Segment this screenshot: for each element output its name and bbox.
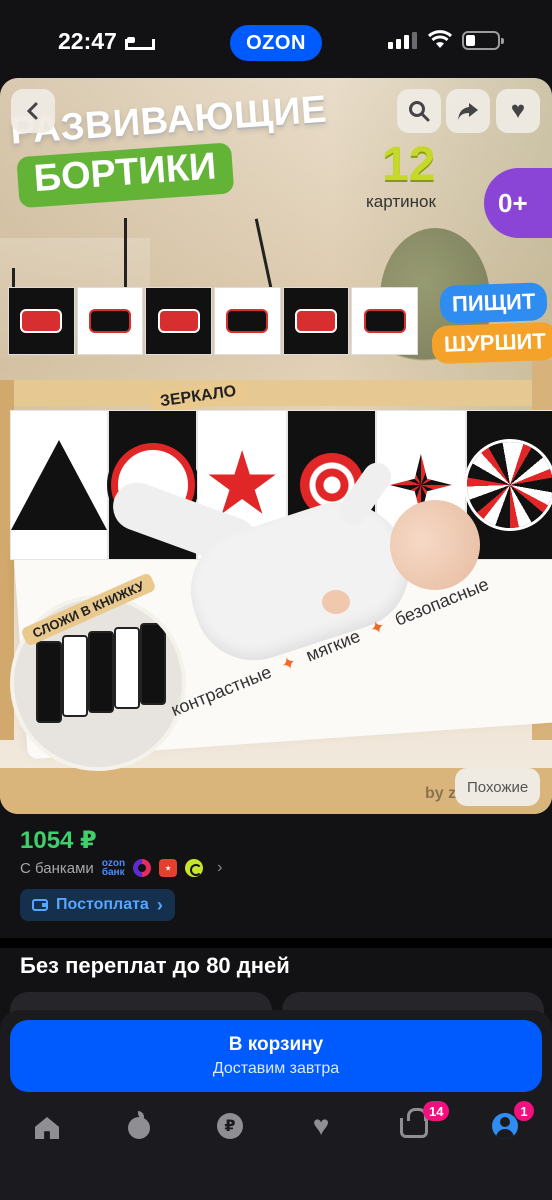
similar-button[interactable]: Похожие bbox=[455, 768, 541, 806]
share-button[interactable] bbox=[446, 89, 490, 133]
similar-button-label: Похожие bbox=[467, 778, 529, 796]
cart-count-badge: 14 bbox=[423, 1101, 450, 1121]
price: 1054 ₽ bbox=[20, 827, 97, 854]
product-image[interactable]: ЗЕРКАЛО РАЗВИВАЮЩИЕ БОРТИКИ 12 картинок … bbox=[0, 78, 552, 814]
cellular-signal-icon bbox=[388, 32, 417, 49]
nav-fresh[interactable] bbox=[121, 1111, 157, 1144]
bank-offers-row[interactable]: С банками ozon банк ⋆ › bbox=[20, 857, 222, 879]
nav-finance[interactable]: ₽ bbox=[212, 1110, 248, 1142]
top-picture-strip bbox=[8, 287, 419, 355]
boat-card bbox=[351, 287, 419, 355]
delivery-sublabel: Доставим завтра bbox=[212, 1060, 340, 1077]
bank-logo-icon bbox=[185, 859, 204, 877]
age-badge: 0+ bbox=[484, 168, 552, 238]
profile-badge: 1 bbox=[514, 1101, 534, 1121]
crib-rail bbox=[0, 380, 552, 406]
picture-count-label: картинок bbox=[366, 192, 436, 211]
age-badge-text: 0+ bbox=[498, 187, 528, 218]
add-to-cart-label: В корзину bbox=[228, 1034, 324, 1055]
nav-home[interactable] bbox=[29, 1112, 65, 1144]
with-banks-label: С банками bbox=[20, 859, 94, 877]
picture-count: 12 bbox=[382, 138, 436, 191]
bus-card bbox=[8, 287, 75, 355]
rustle-pill: ШУРШИТ bbox=[431, 321, 552, 365]
chevron-right-icon: › bbox=[217, 859, 223, 876]
fire-truck-card bbox=[145, 287, 213, 355]
installments-title: Без переплат до 80 дней bbox=[20, 953, 290, 978]
heart-icon: ♥ bbox=[312, 1110, 330, 1141]
brand-watermark: by z bbox=[425, 785, 457, 802]
nav-favorites[interactable]: ♥ bbox=[303, 1110, 339, 1142]
basket-icon bbox=[400, 1108, 428, 1138]
chevron-left-icon bbox=[26, 102, 38, 120]
heart-icon: ♥ bbox=[510, 97, 526, 124]
search-button[interactable] bbox=[397, 89, 441, 133]
baby-head bbox=[390, 500, 480, 590]
ozon-bank-logo: ozon банк bbox=[101, 858, 126, 878]
plane-card bbox=[282, 287, 350, 355]
bank-logo-icon bbox=[133, 859, 152, 877]
sleep-mode-icon bbox=[124, 35, 155, 50]
chevron-right-icon: › bbox=[156, 894, 163, 915]
search-icon bbox=[409, 101, 430, 122]
share-arrow-icon bbox=[458, 103, 478, 120]
triangle-card bbox=[10, 410, 108, 560]
profile-icon bbox=[492, 1113, 518, 1139]
apple-icon bbox=[128, 1111, 150, 1139]
favorite-button[interactable]: ♥ bbox=[496, 89, 540, 133]
submarine-card bbox=[214, 287, 281, 355]
add-to-cart-button[interactable]: В корзину Доставим завтра bbox=[10, 1020, 542, 1092]
back-button[interactable] bbox=[11, 89, 55, 133]
wallet-icon bbox=[32, 899, 48, 911]
wifi-icon bbox=[427, 30, 453, 48]
home-icon bbox=[35, 1117, 59, 1139]
ruble-icon: ₽ bbox=[217, 1113, 243, 1139]
time-text: 22:47 bbox=[58, 28, 117, 54]
status-bar: 22:47 OZON bbox=[0, 0, 552, 80]
status-time: 22:47 bbox=[58, 28, 155, 55]
bottom-nav bbox=[0, 1104, 552, 1200]
battery-icon bbox=[462, 31, 504, 50]
rocket-card bbox=[76, 287, 144, 355]
ozon-logo-text: OZON bbox=[246, 31, 306, 54]
baby-hand bbox=[322, 590, 350, 614]
postpay-label: Постоплата bbox=[56, 896, 149, 913]
ozon-logo: OZON bbox=[230, 25, 322, 61]
postpay-button[interactable]: Постоплата › bbox=[20, 889, 175, 921]
product-page: 22:47 OZON ЗЕРКАЛО РАЗВИВАЮЩИЕ БОРТИКИ 1… bbox=[0, 0, 552, 1200]
bank-logo-icon: ⋆ bbox=[159, 859, 178, 877]
squeak-pill: ПИЩИТ bbox=[439, 282, 548, 324]
